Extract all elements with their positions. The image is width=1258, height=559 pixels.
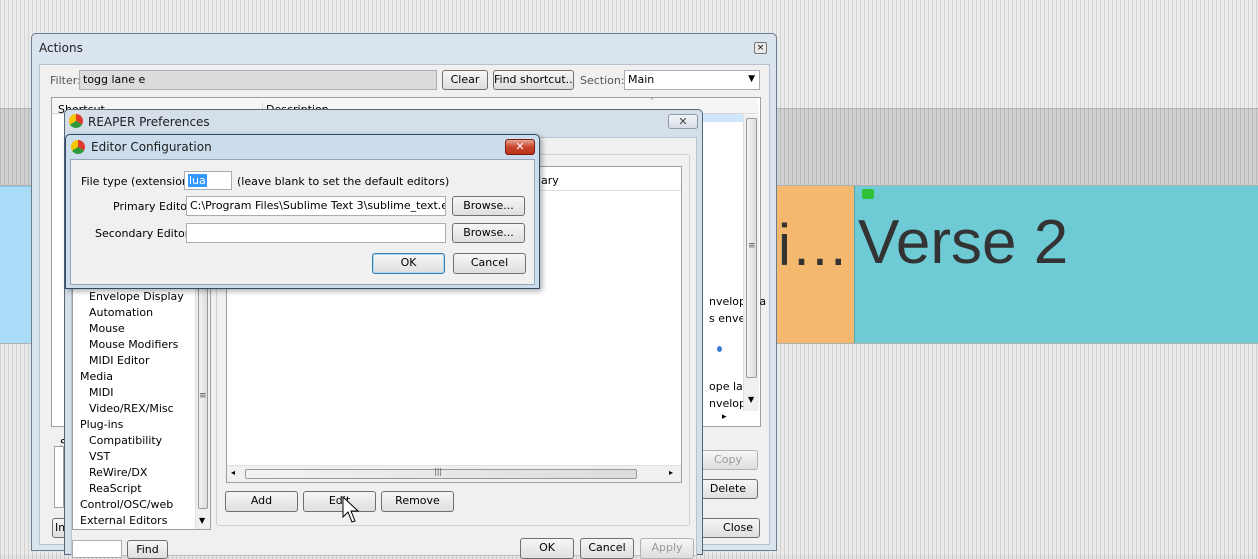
reaper-logo-icon: [71, 140, 85, 154]
primary-browse-button[interactable]: Browse...: [452, 196, 525, 216]
file-type-label: File type (extension):: [81, 175, 197, 188]
tree-item-mouse-modifiers[interactable]: Mouse Modifiers: [89, 338, 178, 351]
section-select[interactable]: Main ▼: [624, 70, 760, 90]
tree-item-compatibility[interactable]: Compatibility: [89, 434, 162, 447]
tree-item-plug-ins[interactable]: Plug-ins: [80, 418, 123, 431]
tree-item-automation[interactable]: Automation: [89, 306, 153, 319]
scroll-right-icon[interactable]: ▸: [669, 468, 673, 477]
tree-item-vst[interactable]: VST: [89, 450, 110, 463]
tree-item-control-osc-web[interactable]: Control/OSC/web: [80, 498, 173, 511]
file-type-value: lua: [188, 174, 207, 187]
editor-ok-button[interactable]: OK: [372, 253, 445, 274]
file-type-input[interactable]: lua: [184, 171, 232, 190]
actions-vscrollbar[interactable]: ≡ ▼: [743, 115, 759, 411]
editor-config-dialog: Editor Configuration ✕ File type (extens…: [65, 134, 540, 289]
find-shortcut-button[interactable]: Find shortcut...: [493, 70, 574, 90]
tree-item-external-editors[interactable]: External Editors: [80, 514, 167, 527]
primary-editor-label: Primary Editor:: [113, 200, 196, 213]
reaper-logo-icon: [69, 114, 83, 128]
reaper-workspace: { "arrange": { "region_partial_label": "…: [0, 0, 1258, 559]
find-input[interactable]: [72, 540, 122, 558]
dialog-close-icon[interactable]: ✕: [505, 139, 535, 155]
region-label: Verse 2: [858, 208, 1069, 277]
close-button[interactable]: Close: [698, 518, 760, 538]
tree-item-media[interactable]: Media: [80, 370, 113, 383]
prefs-apply-button[interactable]: Apply: [640, 538, 694, 559]
region-orange[interactable]: i…: [776, 186, 854, 343]
editor-cancel-button[interactable]: Cancel: [453, 253, 526, 274]
tree-vscrollbar[interactable]: ≡ ▼: [195, 283, 210, 529]
shortcut-box: [54, 446, 64, 508]
secondary-editor-input[interactable]: [186, 223, 446, 243]
preferences-close-icon[interactable]: ✕: [668, 114, 698, 129]
editors-hscrollbar[interactable]: ◂ ||| ▸: [227, 465, 681, 482]
secondary-browse-button[interactable]: Browse...: [452, 223, 525, 243]
file-type-hint: (leave blank to set the default editors): [237, 175, 450, 188]
actions-close-icon[interactable]: ×: [754, 42, 767, 54]
grip-icon: ≡: [199, 391, 207, 401]
tree-item-reascript[interactable]: ReaScript: [89, 482, 142, 495]
editor-config-title: Editor Configuration: [91, 140, 212, 154]
tree-item-midi-editor[interactable]: MIDI Editor: [89, 354, 150, 367]
tree-item-video-rex-misc[interactable]: Video/REX/Misc: [89, 402, 174, 415]
scroll-down-icon[interactable]: ▼: [199, 516, 205, 525]
section-value: Main: [628, 73, 655, 86]
chevron-down-icon: ▼: [748, 74, 755, 84]
grip-icon: ≡: [748, 241, 756, 251]
grip-icon: |||: [434, 467, 443, 476]
scroll-down-icon[interactable]: ▼: [748, 395, 754, 404]
region-left[interactable]: [0, 186, 32, 343]
clear-button[interactable]: Clear: [442, 70, 488, 90]
mouse-cursor-icon: [342, 496, 360, 523]
region-partial-label: i…: [778, 213, 849, 278]
delete-button[interactable]: Delete: [698, 479, 758, 499]
scroll-left-icon[interactable]: ◂: [231, 468, 235, 477]
prefs-ok-button[interactable]: OK: [520, 538, 574, 559]
sort-up-icon: ˄: [650, 97, 654, 106]
primary-editor-input[interactable]: C:\Program Files\Sublime Text 3\sublime_…: [186, 196, 446, 216]
scroll-right-icon[interactable]: ▸: [722, 412, 727, 422]
tree-item-midi[interactable]: MIDI: [89, 386, 113, 399]
tree-item-rewire-dx[interactable]: ReWire/DX: [89, 466, 147, 479]
prefs-cancel-button[interactable]: Cancel: [580, 538, 634, 559]
add-button[interactable]: Add: [225, 491, 298, 512]
preferences-title: REAPER Preferences: [88, 115, 210, 129]
remove-button[interactable]: Remove: [381, 491, 454, 512]
region-verse-2[interactable]: Verse 2: [854, 186, 1258, 343]
edit-button[interactable]: Edit: [303, 491, 376, 512]
copy-button[interactable]: Copy: [698, 450, 758, 470]
section-label: Section:: [580, 74, 625, 87]
dot-icon: [717, 346, 722, 352]
filter-input[interactable]: togg lane e: [79, 70, 437, 90]
secondary-editor-label: Secondary Editor:: [95, 227, 193, 240]
find-button[interactable]: Find: [127, 540, 168, 559]
tree-item-envelope-display[interactable]: Envelope Display: [89, 290, 184, 303]
tree-item-mouse[interactable]: Mouse: [89, 322, 125, 335]
actions-title: Actions: [39, 41, 83, 55]
filter-label: Filter:: [50, 74, 81, 87]
comment-icon: [862, 189, 874, 199]
preferences-tree[interactable]: Envelope Display Automation Mouse Mouse …: [72, 282, 211, 530]
